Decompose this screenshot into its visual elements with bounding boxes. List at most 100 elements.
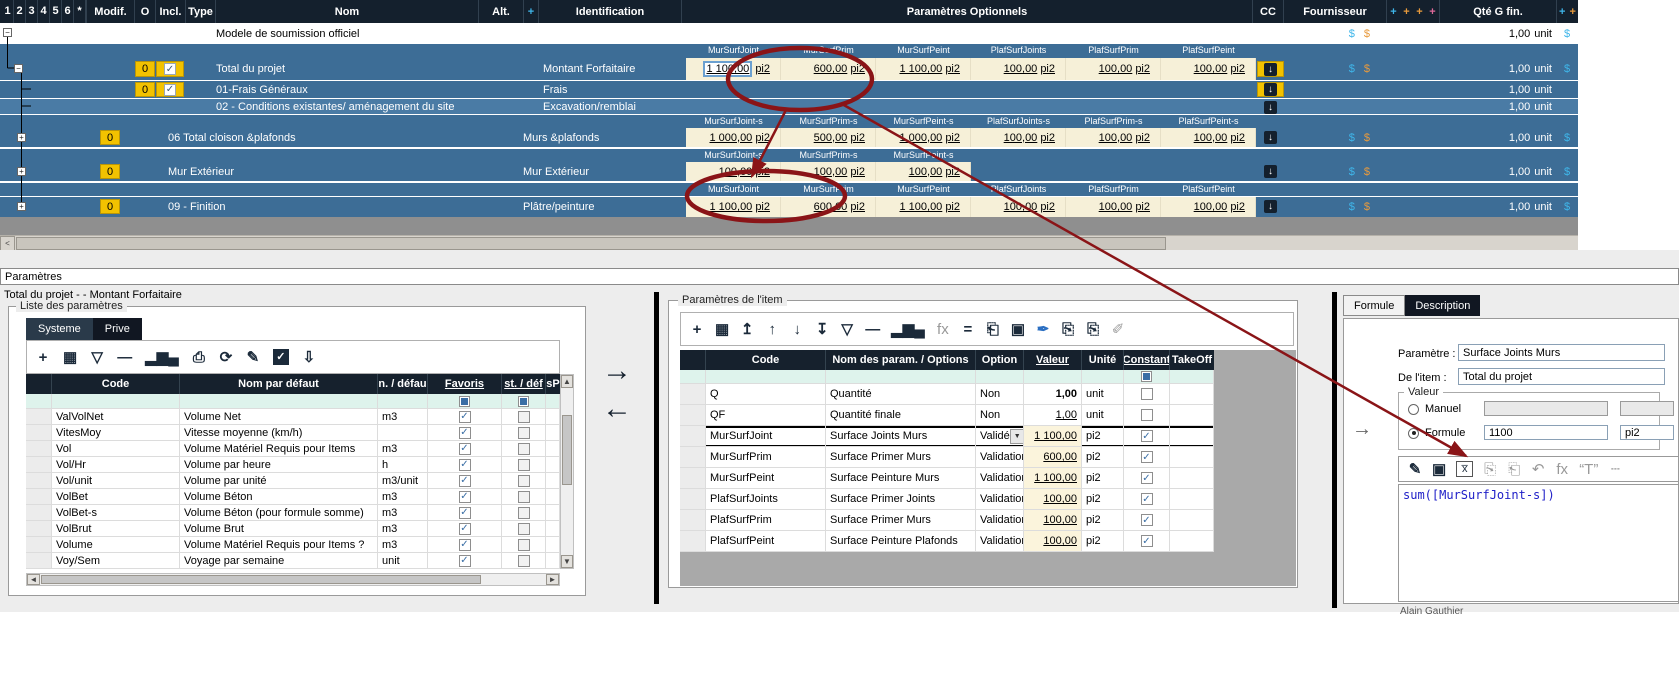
param-option[interactable]: Non	[976, 405, 1024, 426]
param-unit[interactable]: m3	[378, 521, 428, 537]
param-value-cell[interactable]: 600,00pi2	[781, 58, 876, 80]
param-value[interactable]: 100,00	[1024, 510, 1082, 531]
fournisseur-dollars[interactable]: $$	[1320, 23, 1370, 44]
param-unit[interactable]: unit	[1082, 405, 1124, 426]
item-parameter-row[interactable]: Q Quantité Non 1,00 unit	[680, 384, 1214, 405]
de-litem-field[interactable]: Total du projet	[1458, 368, 1665, 385]
qty-cell[interactable]: 1,00unit	[1440, 162, 1552, 181]
undo-icon[interactable]: ↶	[1531, 462, 1545, 477]
param-code[interactable]: Vol/unit	[52, 473, 180, 489]
move-top-icon[interactable]: ↥	[740, 322, 754, 337]
col-incl[interactable]: Incl.	[156, 0, 186, 23]
header-nom-par-defaut[interactable]: Nom par défaut	[180, 374, 378, 394]
grid-row-09-finition[interactable]: 0 09 - Finition Plâtre/peinture 1 100,00…	[0, 197, 1578, 217]
row-selector[interactable]	[680, 405, 706, 426]
transfer-left-button[interactable]: ←	[602, 394, 632, 424]
param-value-cell[interactable]: 100,00pi2	[971, 128, 1066, 147]
constant-checkbox[interactable]: ✓	[1141, 514, 1153, 526]
o-cell[interactable]: 0	[135, 61, 155, 77]
formula-editor[interactable]: sum([MurSurfJoint-s])	[1398, 484, 1679, 602]
dollar-cyan-icon[interactable]: $	[1349, 166, 1355, 178]
header-code[interactable]: Code	[52, 374, 180, 394]
param-code[interactable]: Vol/Hr	[52, 457, 180, 473]
row-selector[interactable]	[26, 457, 52, 473]
tree-collapse-button[interactable]: −	[14, 64, 23, 73]
favoris-checkbox[interactable]: ✓	[459, 507, 471, 519]
cc-button[interactable]: ↓	[1257, 100, 1284, 114]
row-selector[interactable]	[680, 468, 706, 489]
param-name[interactable]: Surface Primer Murs	[826, 447, 976, 468]
incl-checkbox[interactable]: ✓	[156, 82, 184, 97]
dash-icon[interactable]: —	[117, 350, 132, 365]
param-code[interactable]: MurSurfPrim	[706, 447, 826, 468]
header-unite-defaut[interactable]: n. / défau	[378, 374, 428, 394]
fournisseur-dollars[interactable]: $$	[1320, 197, 1370, 217]
tree-expand-button[interactable]: +	[17, 202, 26, 211]
param-name[interactable]: Vitesse moyenne (km/h)	[180, 425, 378, 441]
param-option[interactable]: Non	[976, 384, 1024, 405]
constant-checkbox[interactable]	[1141, 409, 1153, 421]
manuel-value-field[interactable]	[1484, 401, 1608, 416]
param-code[interactable]: Volume	[52, 537, 180, 553]
dollar-cyan-icon[interactable]: $	[1349, 63, 1355, 75]
grid-row-total-du-projet[interactable]: 0 ✓ Total du projet Montant Forfaitaire …	[0, 58, 1578, 80]
dollar-end-icon[interactable]: $	[1557, 23, 1577, 44]
param-name[interactable]: Volume Béton	[180, 489, 378, 505]
filter-row[interactable]	[680, 370, 1214, 384]
dollar-orange-icon[interactable]: $	[1364, 201, 1370, 213]
param-value-cell[interactable]: 1 000,00pi2	[876, 128, 971, 147]
parameter-row[interactable]: VolBet Volume Béton m3 ✓	[26, 489, 560, 505]
save-icon[interactable]: ▣	[1432, 462, 1446, 477]
const-checkbox[interactable]	[518, 459, 530, 471]
constant-checkbox[interactable]	[1141, 388, 1153, 400]
param-code[interactable]: MurSurfPeint	[706, 468, 826, 489]
parameter-row[interactable]: Volume Volume Matériel Requis pour Items…	[26, 537, 560, 553]
incl-checkbox[interactable]: ✓	[156, 61, 184, 77]
param-name[interactable]: Volume Matériel Requis pour Items	[180, 441, 378, 457]
tri-state-checkbox[interactable]	[459, 396, 470, 407]
col-qte-g-fin[interactable]: Qté G fin.	[1440, 0, 1557, 23]
param-value-cell[interactable]: 1 100,00pi2	[876, 197, 971, 217]
favoris-checkbox[interactable]: ✓	[459, 555, 471, 567]
param-name[interactable]: Surface Peinture Murs	[826, 468, 976, 489]
row-selector[interactable]	[26, 505, 52, 521]
row-selector[interactable]	[680, 384, 706, 405]
param-option[interactable]: Validation	[976, 510, 1024, 531]
header-nom-des-param[interactable]: Nom des param. / Options	[826, 350, 976, 370]
param-value[interactable]: 1 100,00	[1024, 426, 1082, 447]
move-bottom-icon[interactable]: ↧	[815, 322, 829, 337]
param-code[interactable]: VitesMoy	[52, 425, 180, 441]
col-plus[interactable]: +	[524, 0, 539, 23]
item-parameter-row[interactable]: MurSurfPrim Surface Primer Murs Validati…	[680, 447, 1214, 468]
tab-description[interactable]: Description	[1405, 295, 1480, 316]
tri-state-checkbox[interactable]	[518, 396, 529, 407]
param-unit[interactable]: pi2	[1082, 468, 1124, 489]
item-parameter-row[interactable]: QF Quantité finale Non 1,00 unit	[680, 405, 1214, 426]
tab-systeme[interactable]: Systeme	[26, 318, 93, 340]
row-selector[interactable]	[26, 425, 52, 441]
left-table-vscrollbar[interactable]: ▲ ▼	[560, 374, 574, 569]
dollar-end-icon[interactable]: $	[1557, 128, 1577, 147]
text-icon[interactable]: “T”	[1579, 462, 1598, 477]
takeoff-cell[interactable]	[1170, 468, 1214, 489]
param-unit[interactable]: pi2	[1082, 510, 1124, 531]
param-unit[interactable]: unit	[378, 553, 428, 569]
fx-icon[interactable]: fx	[936, 322, 950, 337]
param-name[interactable]: Surface Joints Murs	[826, 426, 976, 447]
const-checkbox[interactable]	[518, 507, 530, 519]
col-nom[interactable]: Nom	[216, 0, 479, 23]
qty-cell[interactable]: 1,00unit	[1440, 58, 1552, 80]
header-favoris[interactable]: Favoris	[428, 374, 502, 394]
param-value[interactable]: 1,00	[1024, 405, 1082, 426]
item-parameter-row[interactable]: PlafSurfPeint Surface Peinture Plafonds …	[680, 531, 1214, 552]
stamp-icon[interactable]: ⎗	[986, 322, 1000, 337]
formule-value-field[interactable]: 1100	[1484, 425, 1608, 440]
row-selector[interactable]	[26, 521, 52, 537]
row-selector[interactable]	[26, 409, 52, 425]
item-parameter-row[interactable]: MurSurfPeint Surface Peinture Murs Valid…	[680, 468, 1214, 489]
manuel-radio[interactable]	[1408, 404, 1419, 415]
takeoff-cell[interactable]	[1170, 426, 1214, 447]
favoris-checkbox[interactable]: ✓	[459, 539, 471, 551]
takeoff-cell[interactable]	[1170, 489, 1214, 510]
print-icon[interactable]: ⎙	[192, 350, 206, 365]
